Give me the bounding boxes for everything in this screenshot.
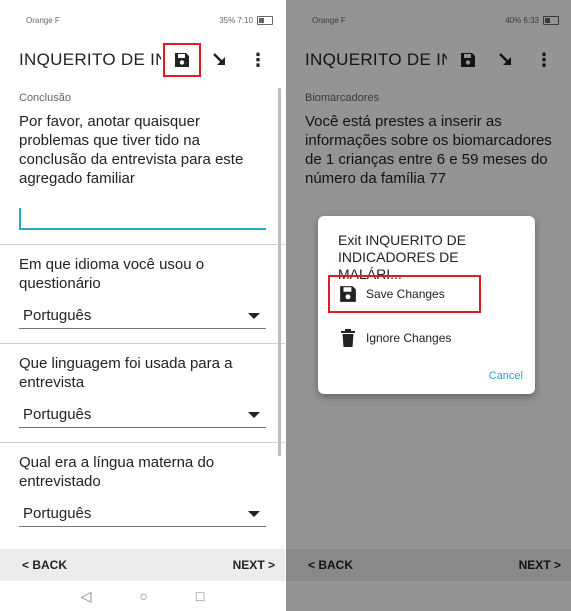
dropdown-caret-icon [248,510,260,517]
problems-text-field[interactable] [19,206,266,230]
ignore-changes-label: Ignore Changes [366,331,452,345]
mother-tongue-value: Português [23,505,92,522]
arrow-icon [213,53,225,65]
cancel-button[interactable]: Cancel [489,370,523,382]
divider [0,442,285,443]
question-interview-language: Que linguagem foi usada para a entrevist… [19,355,233,391]
save-changes-label: Save Changes [366,287,445,301]
back-button[interactable]: < BACK [22,558,67,572]
save-icon [175,53,189,67]
question-language-used: Em que idioma você usou o questionário [19,256,205,292]
carrier-label: Orange F [26,15,60,25]
form-content: Conclusão Por favor, anotar quaisquer pr… [0,84,285,527]
status-bar: Orange F 35% 7:10 [0,0,285,40]
language-used-select[interactable]: Português [19,307,266,329]
save-button[interactable] [163,43,201,77]
interview-language-select[interactable]: Português [19,406,266,428]
home-nav-icon[interactable]: ○ [139,588,147,604]
dropdown-caret-icon [248,312,260,319]
exit-dialog: Exit INQUERITO DE INDICADORES DE MALÁRI.… [318,216,535,394]
divider [0,343,285,344]
back-nav-icon[interactable]: ◁ [81,588,92,605]
dialog-title: Exit INQUERITO DE INDICADORES DE MALÁRI.… [338,232,467,282]
trash-icon [338,328,358,348]
overflow-menu-button[interactable]: ⋮ [241,45,275,75]
mother-tongue-select[interactable]: Português [19,505,266,527]
battery-icon [257,15,273,25]
next-button[interactable]: NEXT > [233,558,275,572]
divider [0,244,285,245]
navigate-button[interactable] [203,45,237,75]
language-used-value: Português [23,307,92,324]
phone-screen-left: Orange F 35% 7:10 INQUERITO DE IN... ⋮ C… [0,0,285,611]
status-right: 35% 7:10 [219,15,253,25]
scrollbar[interactable] [278,88,281,456]
interview-language-value: Português [23,406,92,423]
bottom-nav-bar: < BACK NEXT > [0,549,285,581]
recents-nav-icon[interactable]: □ [196,588,204,604]
page-title: INQUERITO DE IN... [19,50,161,69]
save-icon [338,284,358,304]
section-label: Conclusão [19,92,71,104]
phone-screen-right: Orange F 40% 6:33 INQUERITO DE IN... ⋮ B… [286,0,571,611]
question-problems: Por favor, anotar quaisquer problemas qu… [19,113,244,187]
app-bar: INQUERITO DE IN... ⋮ [0,40,285,80]
overflow-menu-icon: ⋮ [249,50,267,70]
system-nav-bar: ◁ ○ □ [0,581,285,611]
question-mother-tongue: Qual era a língua materna do entrevistad… [19,454,215,490]
dropdown-caret-icon [248,411,260,418]
ignore-changes-option[interactable]: Ignore Changes [330,321,490,355]
save-changes-option[interactable]: Save Changes [328,275,481,313]
